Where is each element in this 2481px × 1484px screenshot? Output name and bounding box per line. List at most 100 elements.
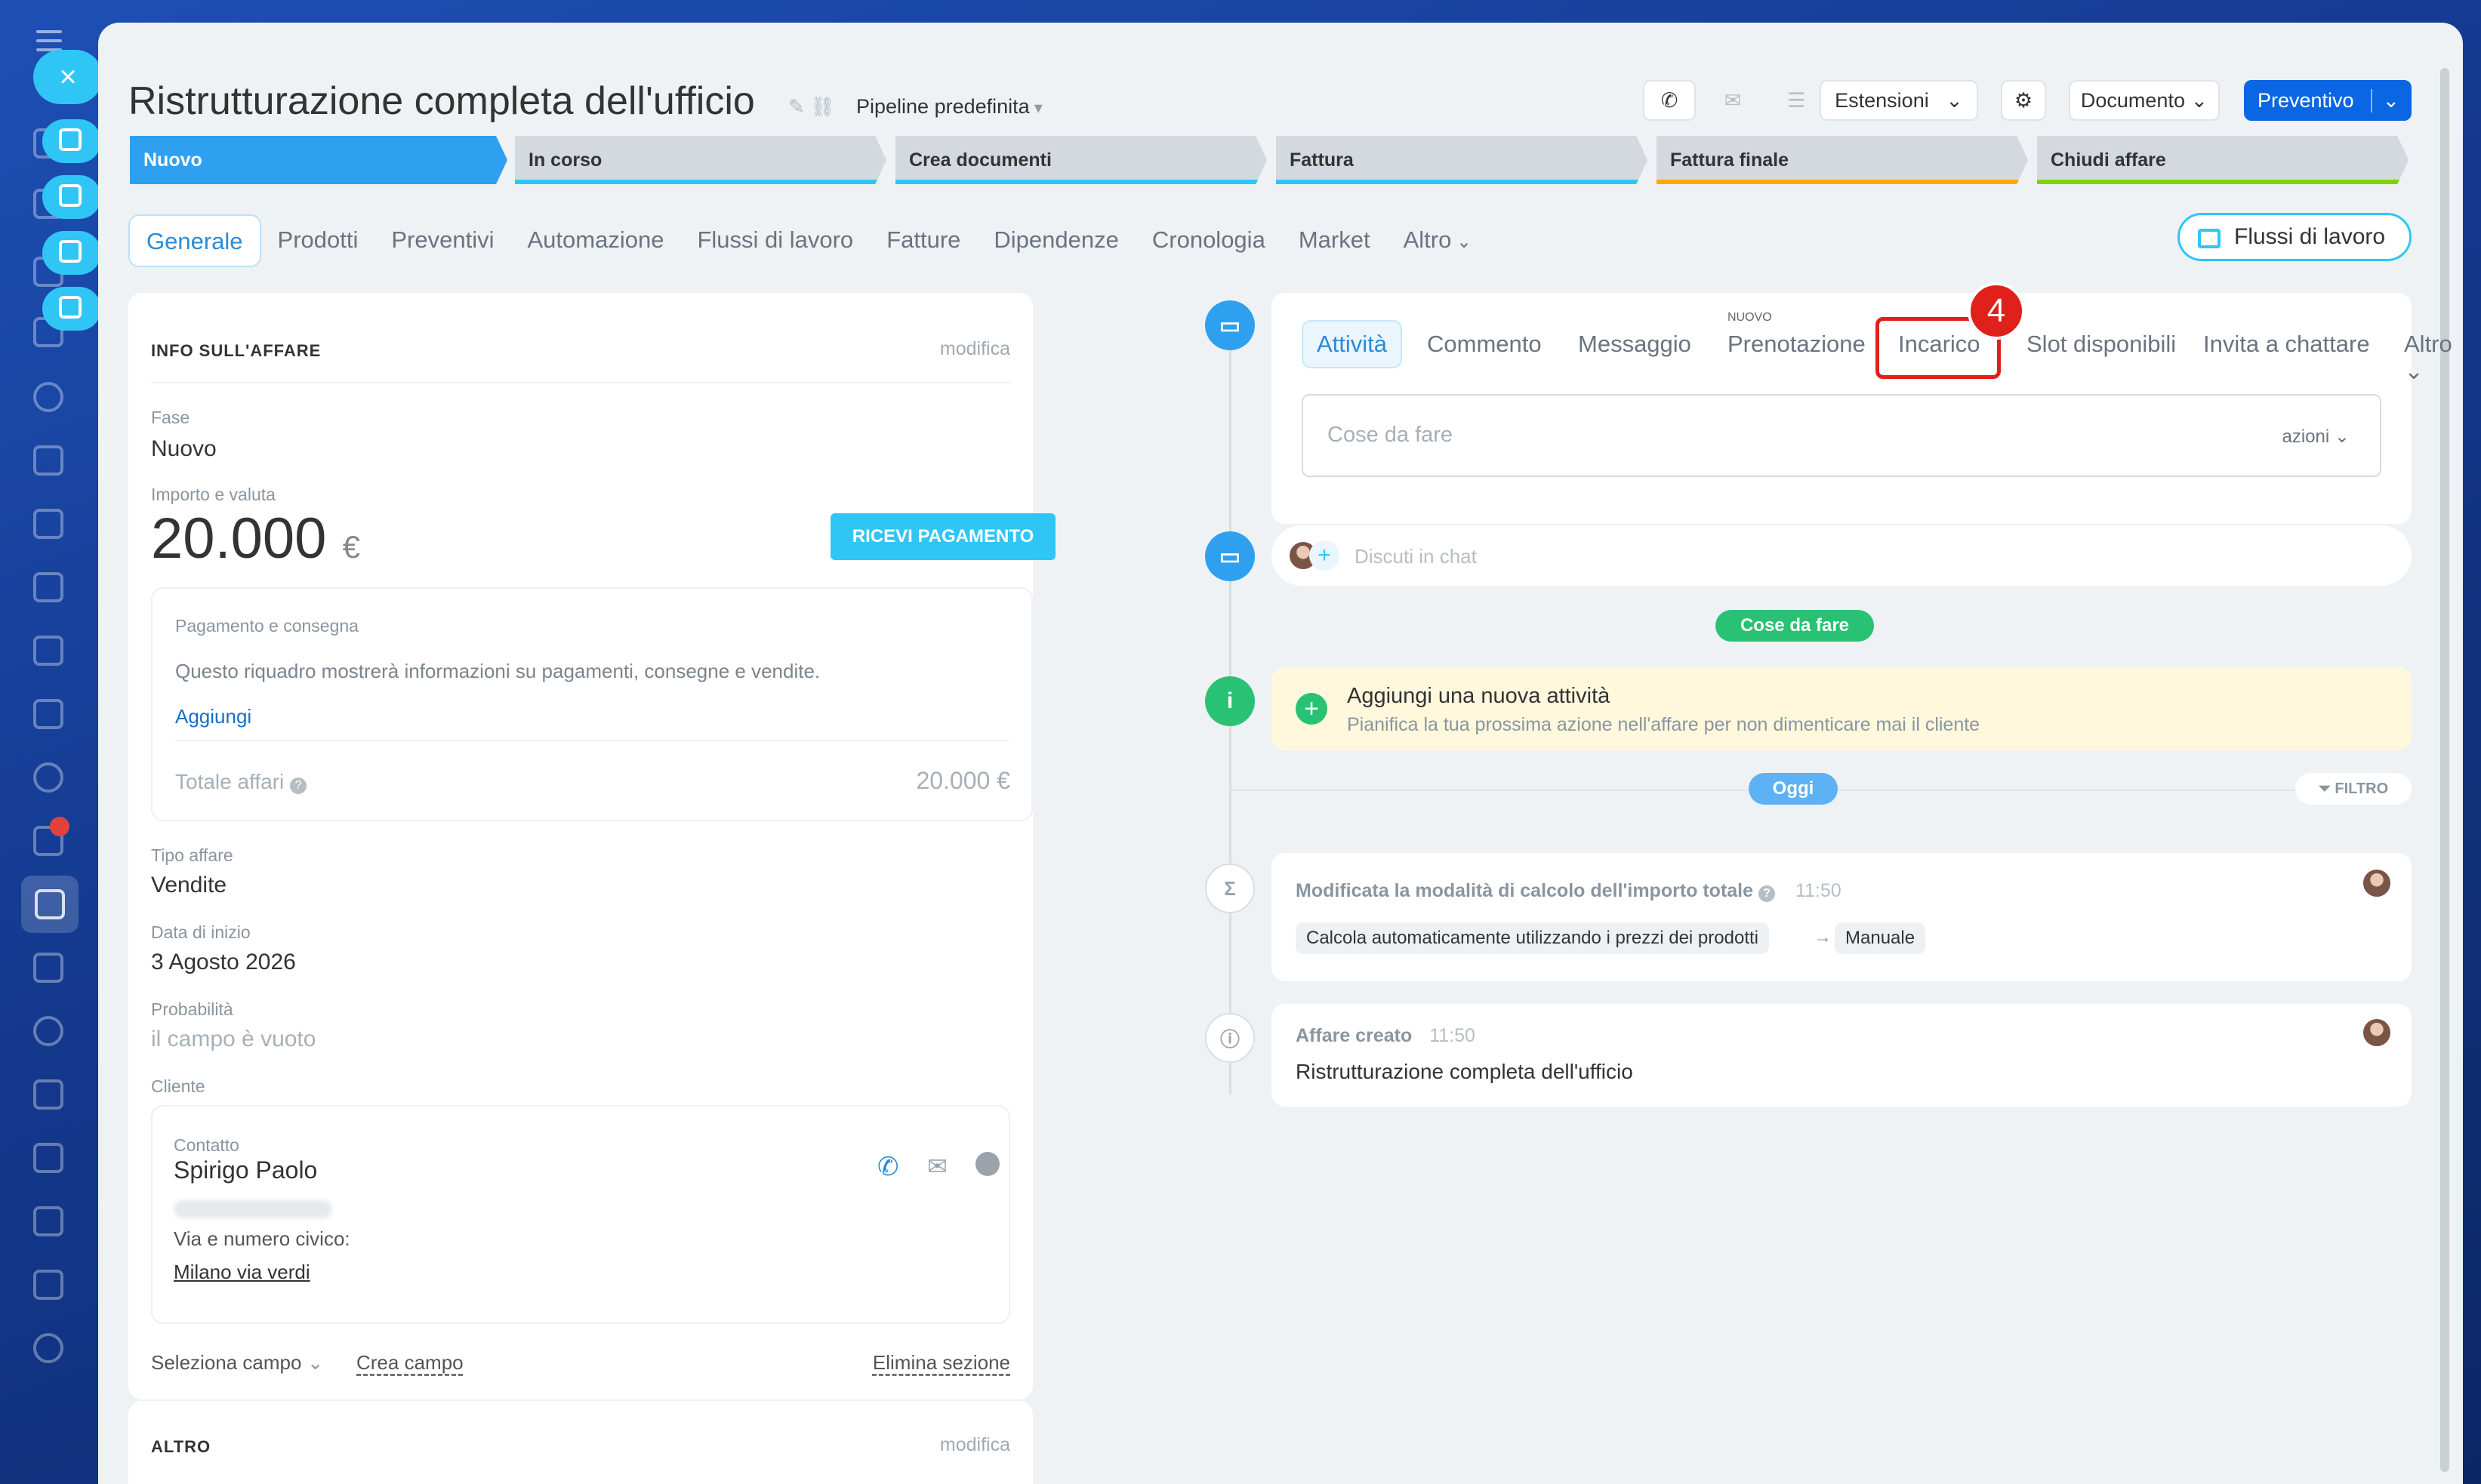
activity-tab-comment[interactable]: Commento xyxy=(1427,331,1542,358)
workflow-icon xyxy=(2198,229,2221,248)
tab-dependencies[interactable]: Dipendenze xyxy=(977,214,1135,267)
chat-icon[interactable] xyxy=(975,1152,1000,1176)
chat-input[interactable]: + Discuti in chat xyxy=(1271,525,2412,586)
activity-editor-card: Attività Commento Messaggio NUOVO Prenot… xyxy=(1271,282,2452,524)
close-slider-button[interactable]: × xyxy=(33,50,103,104)
stage-new[interactable]: Nuovo xyxy=(130,136,507,184)
robot-icon[interactable] xyxy=(33,1016,63,1046)
settings-rail-icon[interactable] xyxy=(33,1333,63,1363)
amount-value: 20.000 € xyxy=(151,506,360,571)
menu-icon[interactable] xyxy=(36,30,62,51)
tab-history[interactable]: Cronologia xyxy=(1136,214,1282,267)
contacts-icon[interactable] xyxy=(33,762,63,793)
more-label: Altro xyxy=(2404,331,2452,357)
activity-tab-message[interactable]: Messaggio xyxy=(1578,331,1691,358)
print-button[interactable] xyxy=(42,287,101,331)
calendar-icon[interactable] xyxy=(33,445,63,476)
extensions-button[interactable]: Estensioni ⌄ xyxy=(1820,80,1978,121)
copy-link-button[interactable] xyxy=(42,119,101,163)
library-icon[interactable] xyxy=(33,1270,63,1300)
file-icon[interactable] xyxy=(33,509,63,539)
create-field-link[interactable]: Crea campo xyxy=(356,1351,464,1375)
add-icon[interactable]: + xyxy=(1296,693,1327,725)
document-button[interactable]: Documento ⌄ xyxy=(2069,80,2220,121)
help-icon[interactable]: ? xyxy=(290,777,307,794)
activity-tab-task[interactable]: Incarico xyxy=(1898,331,1980,358)
stage-close-deal[interactable]: Chiudi affare xyxy=(2037,136,2409,184)
amount-label: Importo e valuta xyxy=(151,485,276,504)
activity-tab-booking[interactable]: Prenotazione xyxy=(1727,331,1866,358)
message-button[interactable]: ☰ xyxy=(1770,80,1823,121)
envelope-icon[interactable]: ✉ xyxy=(927,1152,948,1181)
type-value: Vendite xyxy=(151,873,227,897)
stage-final-invoice[interactable]: Fattura finale xyxy=(1657,136,2028,184)
print-icon xyxy=(59,296,82,319)
info-dot: i xyxy=(1205,676,1255,726)
scrollbar[interactable] xyxy=(2440,68,2449,1472)
chevron-down-icon[interactable]: ⌄ xyxy=(2370,88,2399,112)
todo-input[interactable]: Cose da fare azioni ⌄ xyxy=(1302,394,2381,477)
event-time: 11:50 xyxy=(1429,1025,1475,1046)
actions-dropdown[interactable]: azioni ⌄ xyxy=(2282,426,2350,448)
tab-quotes[interactable]: Preventivi xyxy=(374,214,510,267)
sites-icon[interactable] xyxy=(33,1143,63,1173)
start-date-value: 3 Agosto 2026 xyxy=(151,950,296,974)
add-participant-icon[interactable]: + xyxy=(1309,540,1339,571)
tab-products[interactable]: Prodotti xyxy=(261,214,375,267)
open-new-window-button[interactable] xyxy=(42,231,101,275)
edit-link[interactable]: modifica xyxy=(940,1434,1010,1456)
receive-payment-button[interactable]: RICEVI PAGAMENTO xyxy=(831,513,1056,560)
select-field-dropdown[interactable]: Seleziona campo ⌄ xyxy=(151,1351,324,1375)
board-icon[interactable] xyxy=(33,572,63,602)
payment-box: Pagamento e consegna Questo riquadro mos… xyxy=(151,587,1033,821)
type-label: Tipo affare xyxy=(151,845,233,865)
arrow-icon: → xyxy=(1814,927,1832,947)
crm-icon[interactable] xyxy=(33,382,63,412)
filter-button[interactable]: ⏷ FILTRO xyxy=(2295,773,2412,805)
tab-more[interactable]: Altro xyxy=(1387,214,1489,267)
tab-invoices[interactable]: Fatture xyxy=(870,214,977,267)
analytics-icon[interactable] xyxy=(33,1079,63,1110)
minimize-button[interactable] xyxy=(42,175,101,219)
delete-section-link[interactable]: Elimina sezione xyxy=(873,1351,1010,1375)
mail-icon[interactable] xyxy=(33,699,63,729)
stage-create-documents[interactable]: Crea documenti xyxy=(895,136,1267,184)
funnel-icon[interactable] xyxy=(35,889,65,919)
chevron-down-icon: ⌄ xyxy=(1946,88,1963,112)
add-activity-card[interactable]: + Aggiungi una nuova attività Pianifica … xyxy=(1271,667,2412,750)
old-value-chip: Calcola automaticamente utilizzando i pr… xyxy=(1296,922,1769,954)
stage-label: Fattura xyxy=(1290,149,1354,171)
chat-icon[interactable] xyxy=(33,1206,63,1236)
drive-icon[interactable] xyxy=(33,636,63,666)
event-title: Modificata la modalità di calcolo dell'i… xyxy=(1296,880,1841,902)
tab-workflows[interactable]: Flussi di lavoro xyxy=(680,214,870,267)
payment-text: Questo riquadro mostrerà informazioni su… xyxy=(175,660,821,682)
activity-tab-invite-chat[interactable]: Invita a chattare xyxy=(2203,331,2370,358)
quote-button[interactable]: Preventivo ⌄ xyxy=(2244,80,2412,121)
settings-button[interactable]: ⚙ xyxy=(2001,80,2046,121)
edit-link[interactable]: modifica xyxy=(940,338,1010,360)
avatar xyxy=(2362,868,2392,898)
workflows-button[interactable]: Flussi di lavoro xyxy=(2177,213,2412,261)
tab-automation[interactable]: Automazione xyxy=(510,214,680,267)
activity-tab-activity[interactable]: Attività xyxy=(1302,320,1403,368)
stage-invoice[interactable]: Fattura xyxy=(1276,136,1647,184)
tab-general[interactable]: Generale xyxy=(128,214,261,267)
email-button[interactable]: ✉ xyxy=(1706,80,1759,121)
address-value[interactable]: Milano via verdi xyxy=(174,1261,310,1284)
tab-market[interactable]: Market xyxy=(1282,214,1387,267)
edit-title-icon[interactable]: ✎ ⛓ xyxy=(788,95,835,119)
activity-tab-more[interactable]: Altro ⌄ xyxy=(2404,331,2452,385)
pipeline-selector[interactable]: Pipeline predefinita xyxy=(856,95,1043,119)
shop-icon[interactable] xyxy=(33,953,63,983)
activity-tab-free-slots[interactable]: Slot disponibili xyxy=(2026,331,2176,358)
chat-dot: ▭ xyxy=(1205,531,1255,581)
todo-placeholder: Cose da fare xyxy=(1327,423,1453,447)
help-icon[interactable]: ? xyxy=(1758,885,1775,902)
payment-add-link[interactable]: Aggiungi xyxy=(175,705,251,728)
phone-button[interactable]: ✆ xyxy=(1643,80,1696,121)
stage-in-progress[interactable]: In corso xyxy=(515,136,886,184)
phone-icon[interactable]: ✆ xyxy=(877,1152,899,1182)
contact-name[interactable]: Spirigo Paolo xyxy=(174,1156,317,1184)
chevron-down-icon: ⌄ xyxy=(2190,88,2208,112)
